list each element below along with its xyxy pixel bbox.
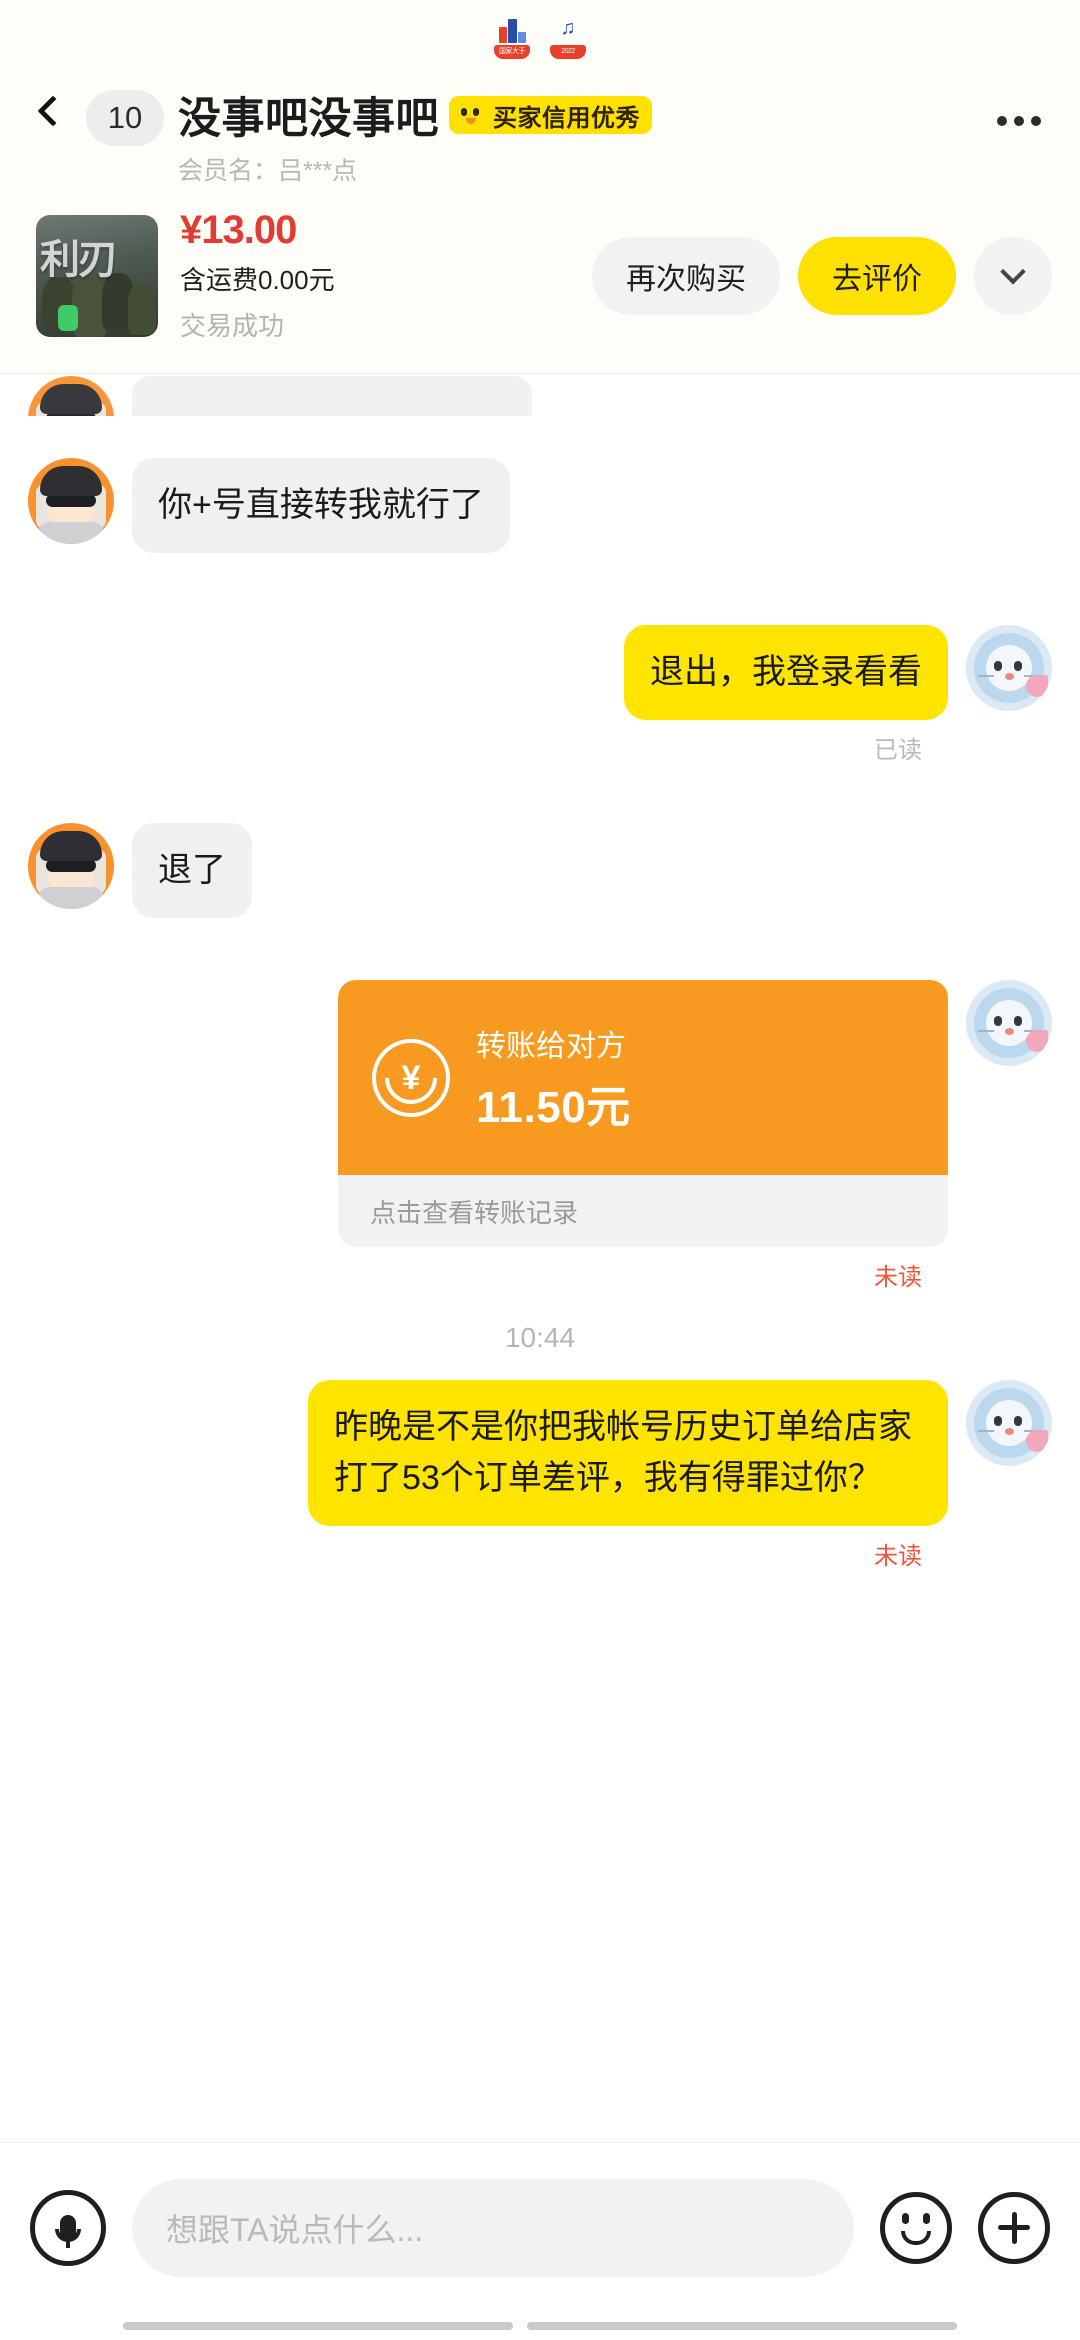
- message-bubble[interactable]: 你+号直接转我就行了: [132, 458, 510, 553]
- chevron-down-icon: [1000, 258, 1026, 284]
- order-actions: 再次购买 去评价: [592, 236, 1052, 315]
- expand-order-button[interactable]: [974, 236, 1052, 315]
- buyer-credit-badge[interactable]: 买家信用优秀: [449, 96, 652, 134]
- page-title: 没事吧没事吧: [178, 95, 439, 143]
- message-input-bar: 想跟TA说点什么...: [0, 2142, 1080, 2312]
- music-app-icon: ♫ 2022: [547, 13, 589, 59]
- unread-count-badge[interactable]: 10: [86, 90, 164, 146]
- message-list[interactable]: 你+号直接转我就行了 退出，我登录看看 已读 退了 ¥ 转账给对方 11.50元…: [0, 374, 1080, 2142]
- message-input[interactable]: 想跟TA说点什么...: [132, 2178, 854, 2277]
- message-status-unread: 未读: [874, 1543, 922, 1570]
- transfer-card[interactable]: ¥ 转账给对方 11.50元 点击查看转账记录: [338, 980, 948, 1247]
- transfer-record-link[interactable]: 点击查看转账记录: [338, 1175, 948, 1247]
- header-title-block: 没事吧没事吧 买家信用优秀 会员名：吕***点: [178, 76, 984, 187]
- girl-avatar[interactable]: [28, 823, 114, 909]
- girl-avatar[interactable]: [28, 458, 114, 544]
- chat-header: 10 没事吧没事吧 买家信用优秀 会员名：吕***点: [0, 72, 1080, 192]
- back-chevron-icon: [37, 95, 69, 127]
- message-bubble[interactable]: 退了: [132, 823, 252, 918]
- message-bubble[interactable]: 退出，我登录看看: [624, 625, 948, 720]
- goods-thumbnail[interactable]: 利刃: [36, 214, 158, 337]
- buy-again-button[interactable]: 再次购买: [592, 236, 780, 315]
- message-row-m2: 退出，我登录看看: [28, 625, 1052, 720]
- seal-avatar[interactable]: [966, 980, 1052, 1066]
- message-row-m5: 昨晚是不是你把我帐号历史订单给店家打了53个订单差评，我有得罪过你？: [28, 1380, 1052, 1526]
- order-shipping-fee: 含运费0.00元: [180, 265, 335, 295]
- time-separator: 10:44: [504, 1322, 576, 1353]
- music-app-icon-label: 2022: [550, 45, 586, 59]
- order-status: 交易成功: [180, 311, 285, 341]
- more-options-button[interactable]: [984, 86, 1054, 156]
- order-summary-card[interactable]: 利刃 ¥13.00 含运费0.00元 交易成功 再次购买 去评价: [0, 192, 1080, 374]
- microphone-icon[interactable]: [30, 2189, 106, 2266]
- emoji-face-icon[interactable]: [880, 2191, 952, 2264]
- order-price: ¥13.00: [180, 208, 297, 252]
- system-nav-indicator: [0, 2312, 1080, 2340]
- more-dots-icon: [997, 116, 1007, 126]
- back-button[interactable]: [26, 76, 80, 146]
- seal-avatar[interactable]: [966, 1380, 1052, 1466]
- message-row-m4: ¥ 转账给对方 11.50元 点击查看转账记录: [28, 980, 1052, 1247]
- order-info: ¥13.00 含运费0.00元 交易成功: [180, 208, 430, 343]
- message-row-m3: 退了: [28, 823, 1052, 918]
- transfer-label: 转账给对方: [476, 1029, 626, 1063]
- girl-avatar[interactable]: [28, 376, 114, 416]
- chart-app-icon: 国家大于: [491, 13, 533, 59]
- chat-screen: 国家大于 ♫ 2022 10 没事吧没事吧 买家信用优秀 会员名：吕***点 利…: [0, 0, 1080, 2340]
- status-bar: 国家大于 ♫ 2022: [0, 0, 1080, 72]
- transfer-yen-icon: ¥: [372, 1038, 450, 1117]
- seal-avatar[interactable]: [966, 625, 1052, 711]
- partial-bubble: [132, 376, 532, 416]
- transfer-amount: 11.50元: [476, 1082, 631, 1132]
- message-bubble[interactable]: 昨晚是不是你把我帐号历史订单给店家打了53个订单差评，我有得罪过你？: [308, 1380, 948, 1526]
- member-name: 会员名：吕***点: [178, 157, 358, 185]
- message-status-read: 已读: [874, 737, 922, 764]
- nav-bar-right: [527, 2322, 957, 2330]
- go-review-button[interactable]: 去评价: [798, 236, 956, 315]
- plus-circle-icon[interactable]: [978, 2191, 1050, 2264]
- chick-icon: [453, 99, 489, 131]
- nav-bar-left: [123, 2322, 513, 2330]
- transfer-card-body: ¥ 转账给对方 11.50元: [338, 980, 948, 1175]
- buyer-credit-badge-label: 买家信用优秀: [493, 104, 640, 132]
- message-status-unread: 未读: [874, 1264, 922, 1291]
- partial-message-row: [28, 376, 1052, 416]
- chart-app-icon-label: 国家大于: [494, 45, 530, 59]
- goods-thumbnail-overlay-text: 利刃: [40, 237, 118, 282]
- message-row-m1: 你+号直接转我就行了: [28, 458, 1052, 553]
